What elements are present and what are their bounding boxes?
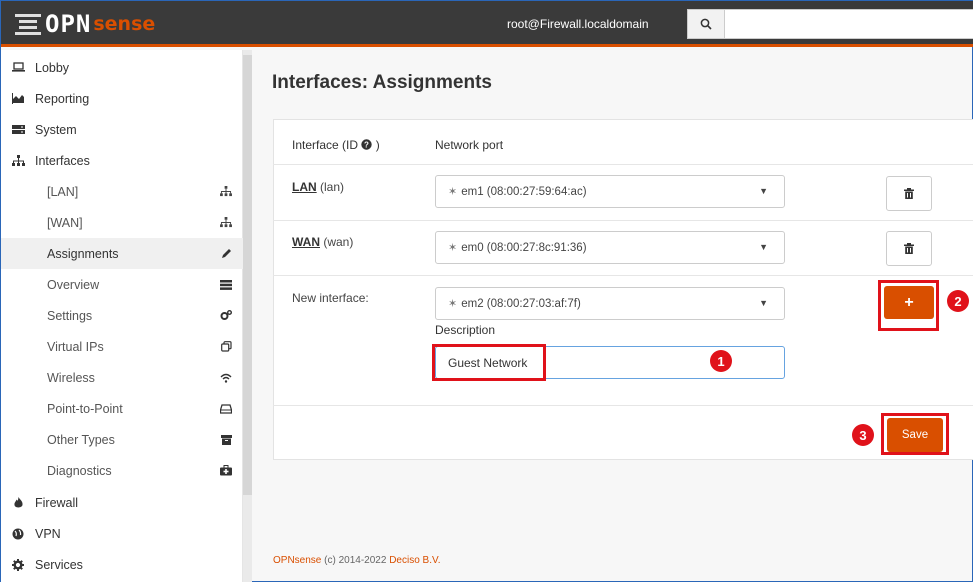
- sidebar-item-vpn[interactable]: VPN: [1, 518, 243, 549]
- medkit-icon: [219, 465, 233, 476]
- wan-port-select[interactable]: ✶ em0 (08:00:27:8c:91:36) ▼: [435, 231, 785, 264]
- user-menu[interactable]: root@Firewall.localdomain: [507, 17, 649, 31]
- sidebar-item-label: [WAN]: [47, 215, 83, 230]
- sidebar-item-settings[interactable]: Settings: [1, 300, 243, 331]
- sidebar-item-interfaces[interactable]: Interfaces: [1, 145, 243, 176]
- svg-text:?: ?: [364, 140, 369, 149]
- sidebar-item-label: Assignments: [47, 246, 119, 261]
- sidebar-item-assignments[interactable]: Assignments: [1, 238, 243, 269]
- sidebar-item-label: Point-to-Point: [47, 401, 123, 416]
- search-icon: [700, 18, 712, 30]
- highlight-box-add: [878, 280, 939, 331]
- sidebar-item-label: Wireless: [47, 370, 95, 385]
- sidebar-item-wireless[interactable]: Wireless: [1, 362, 243, 393]
- footer-brand-link[interactable]: OPNsense: [273, 555, 321, 566]
- sidebar-item-label: Diagnostics: [47, 463, 112, 478]
- page-title: Interfaces: Assignments: [272, 72, 492, 93]
- step-badge-2: 2: [947, 290, 969, 312]
- server-icon: [11, 124, 25, 135]
- sidebar-item-label: Reporting: [35, 91, 90, 106]
- sidebar-item-label: VPN: [35, 526, 61, 541]
- sidebar-item-label: Other Types: [47, 432, 115, 447]
- delete-wan-button[interactable]: [886, 231, 932, 266]
- sidebar-item-label: [LAN]: [47, 184, 79, 199]
- sidebar-item-label: Settings: [47, 308, 93, 323]
- new-interface-label: New interface:: [292, 291, 369, 305]
- plug-icon: ✶: [448, 242, 458, 254]
- sidebar-item-wan[interactable]: [WAN]: [1, 207, 243, 238]
- highlight-box-save: [881, 413, 949, 455]
- archive-icon: [219, 434, 233, 445]
- description-label: Description: [435, 323, 496, 337]
- area-chart-icon: [11, 93, 25, 104]
- sidebar-scrollbar-thumb[interactable]: [243, 55, 252, 495]
- column-header-interface: Interface (ID ? ): [292, 138, 380, 152]
- column-header-network-port: Network port: [435, 138, 504, 152]
- interface-lan-link[interactable]: LAN: [292, 180, 317, 194]
- plug-icon: ✶: [448, 298, 458, 310]
- trash-icon: [904, 243, 914, 254]
- cogs-icon: [219, 310, 233, 321]
- sidebar-item-label: Firewall: [35, 495, 79, 510]
- sidebar-item-label: Interfaces: [35, 153, 90, 168]
- hdd-icon: [219, 403, 233, 414]
- cog-icon: [11, 558, 25, 571]
- laptop-icon: [11, 62, 25, 73]
- sidebar-item-label: Lobby: [35, 60, 70, 75]
- step-badge-1: 1: [710, 350, 732, 372]
- new-interface-port-select[interactable]: ✶ em2 (08:00:27:03:af:7f) ▼: [435, 287, 785, 320]
- footer-company-link[interactable]: Deciso B.V.: [389, 555, 440, 566]
- sidebar-item-label: Overview: [47, 277, 100, 292]
- sidebar-item-label: Services: [35, 557, 83, 572]
- tasks-icon: [219, 279, 233, 290]
- row-divider: [273, 220, 973, 221]
- trash-icon: [904, 188, 914, 199]
- brand-opn: OPN: [45, 10, 92, 38]
- row-divider: [273, 164, 973, 165]
- interface-wan-label: WAN (wan): [292, 235, 354, 249]
- opnsense-logo-icon: [13, 12, 43, 36]
- brand-sense: sense: [93, 13, 156, 35]
- footer: OPNsense (c) 2014-2022 Deciso B.V.: [273, 555, 441, 566]
- clone-icon: [219, 341, 233, 352]
- top-navbar: OPN sense root@Firewall.localdomain: [1, 1, 973, 47]
- sidebar-item-diagnostics[interactable]: Diagnostics: [1, 455, 243, 486]
- search-input[interactable]: [725, 9, 973, 39]
- highlight-box-description: [432, 344, 546, 381]
- chevron-down-icon: ▼: [759, 242, 768, 252]
- sidebar-item-label: Virtual IPs: [47, 339, 104, 354]
- sidebar-item-label: System: [35, 122, 77, 137]
- row-divider: [273, 275, 973, 276]
- sidebar-item-firewall[interactable]: Firewall: [1, 487, 243, 518]
- search-button[interactable]: [687, 9, 725, 39]
- row-divider: [273, 405, 973, 406]
- fire-icon: [11, 496, 25, 509]
- step-badge-3: 3: [852, 424, 874, 446]
- sidebar-item-reporting[interactable]: Reporting: [1, 83, 243, 114]
- chevron-down-icon: ▼: [759, 298, 768, 308]
- sidebar-item-services[interactable]: Services: [1, 549, 243, 580]
- sidebar-item-point-to-point[interactable]: Point-to-Point: [1, 393, 243, 424]
- help-icon[interactable]: ?: [361, 139, 373, 150]
- delete-lan-button[interactable]: [886, 176, 932, 211]
- sidebar-item-system[interactable]: System: [1, 114, 243, 145]
- sitemap-icon: [219, 186, 233, 197]
- opnsense-logo[interactable]: OPN sense: [13, 10, 155, 38]
- sidebar-item-lobby[interactable]: Lobby: [1, 52, 243, 83]
- sidebar-item-other-types[interactable]: Other Types: [1, 424, 243, 455]
- sitemap-icon: [219, 217, 233, 228]
- sidebar-item-lan[interactable]: [LAN]: [1, 176, 243, 207]
- interface-lan-label: LAN (lan): [292, 180, 345, 194]
- lan-port-select[interactable]: ✶ em1 (08:00:27:59:64:ac) ▼: [435, 175, 785, 208]
- wifi-icon: [219, 373, 233, 383]
- sitemap-icon: [11, 154, 25, 167]
- chevron-down-icon: ▼: [759, 186, 768, 196]
- interface-wan-link[interactable]: WAN: [292, 235, 320, 249]
- globe-icon: [11, 528, 25, 540]
- sidebar-item-virtual-ips[interactable]: Virtual IPs: [1, 331, 243, 362]
- plug-icon: ✶: [448, 186, 458, 198]
- pencil-icon: [219, 248, 233, 259]
- sidebar-item-overview[interactable]: Overview: [1, 269, 243, 300]
